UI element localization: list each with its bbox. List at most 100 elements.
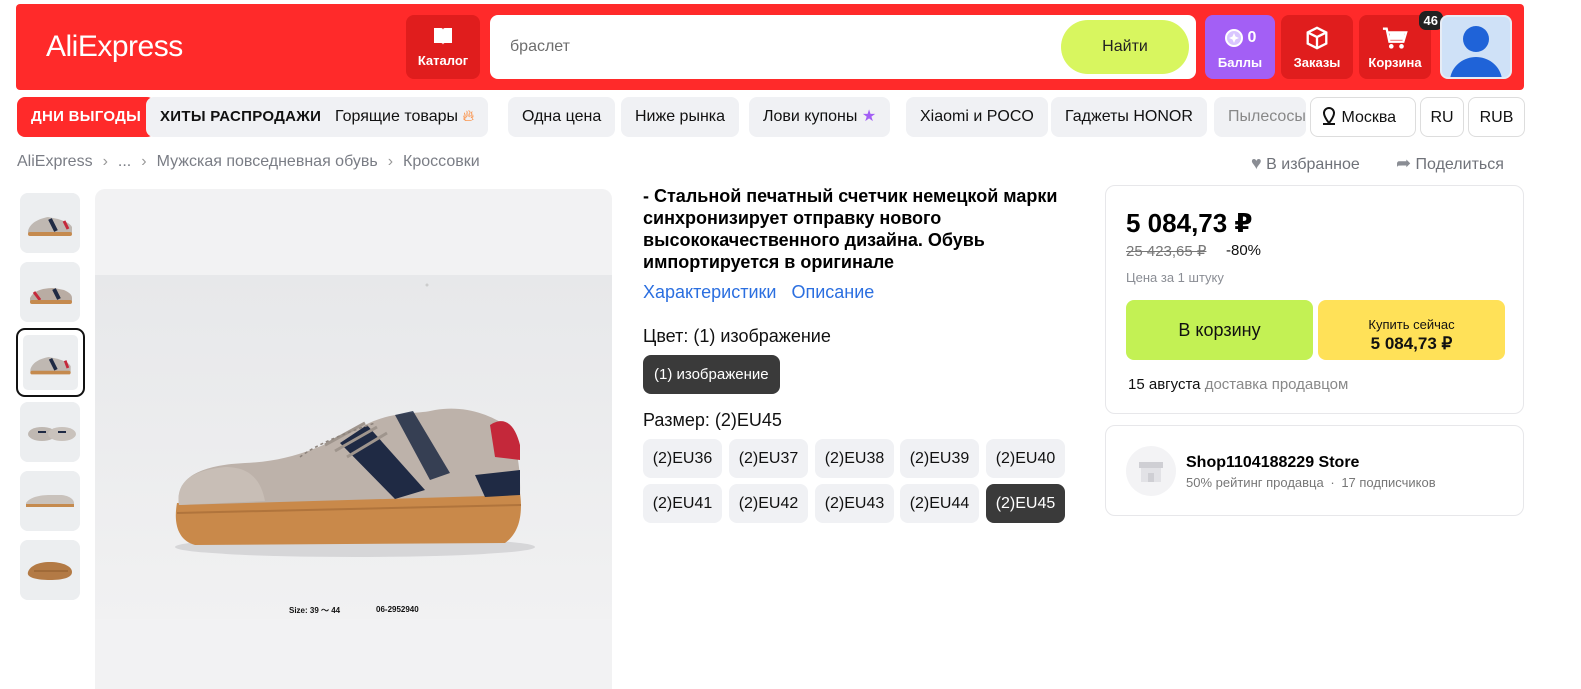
points-button[interactable]: 0 Баллы (1205, 15, 1275, 79)
shoe-thumb-image (30, 288, 72, 304)
size-option[interactable]: (2)EU40 (986, 439, 1065, 478)
language-selector[interactable]: RU (1420, 97, 1464, 137)
current-price: 5 084,73 ₽ (1126, 208, 1253, 238)
share-button[interactable]: ➦ Поделиться (1396, 153, 1504, 174)
breadcrumb-ellipsis[interactable]: ... (118, 153, 131, 170)
currency-selector[interactable]: RUB (1468, 97, 1525, 137)
shoe-thumb-image (30, 357, 71, 375)
tab-specifications[interactable]: Характеристики (643, 282, 776, 302)
chevron-right-icon: › (102, 153, 108, 170)
store-meta: 50% рейтинг продавца · 17 подписчиков (1186, 475, 1436, 490)
points-value: 0 (1247, 29, 1257, 46)
delivery-info: 15 августа доставка продавцом (1128, 376, 1348, 393)
unit-price-note: Цена за 1 штуку (1126, 270, 1224, 285)
sneaker-illustration (95, 275, 612, 619)
delivery-method[interactable]: доставка продавцом (1205, 376, 1349, 393)
search-button[interactable]: Найти (1061, 20, 1189, 74)
size-option[interactable]: (2)EU44 (900, 484, 979, 523)
buy-now-button[interactable]: Купить сейчас 5 084,73 ₽ (1318, 300, 1505, 360)
star-icon: ★ (861, 108, 877, 125)
breadcrumb-home[interactable]: AliExpress (17, 153, 93, 170)
fire-icon: 🔥︎ (462, 108, 475, 125)
cart-button[interactable]: Корзина 46 (1359, 11, 1443, 79)
nav-below-market[interactable]: Ниже рынка (621, 97, 740, 137)
thumbnail-3-selected[interactable] (16, 328, 85, 397)
search-input[interactable] (510, 35, 1030, 59)
product-main-image[interactable]: Size: 39 ～ 44 06-2952940 (95, 189, 612, 689)
store-rating: 50% рейтинг продавца (1186, 475, 1324, 490)
book-icon (434, 28, 452, 45)
size-option[interactable]: (2)EU37 (729, 439, 808, 478)
breadcrumb: AliExpress ›... › Мужская повседневная обув… (17, 153, 480, 171)
location-label: Москва (1341, 109, 1397, 126)
add-to-cart-button[interactable]: В корзину (1126, 300, 1313, 360)
orders-button[interactable]: Заказы (1281, 15, 1353, 79)
nav-hot-items-label: Горящие товары (335, 108, 458, 125)
points-label: Баллы (1217, 55, 1263, 70)
aliexpress-logo[interactable]: AliExpress (46, 30, 183, 64)
favorite-label: В избранное (1266, 156, 1360, 173)
thumbnail-1[interactable] (20, 193, 80, 253)
store-card[interactable]: Shop1104188229 Store 50% рейтинг продавц… (1105, 425, 1524, 516)
nav-vacuums[interactable]: Пылесосы (1214, 97, 1306, 137)
tab-description[interactable]: Описание (791, 282, 874, 302)
nav-days-benefit[interactable]: ДНИ ВЫГОДЫ (17, 97, 156, 137)
chevron-right-icon: › (387, 153, 394, 170)
image-caption-code: 06-2952940 (376, 605, 419, 614)
store-name[interactable]: Shop1104188229 Store (1186, 454, 1359, 472)
image-caption-size: Size: 39 ～ 44 (289, 606, 341, 615)
store-meta-separator: · (1330, 475, 1335, 490)
nav-honor-gadgets[interactable]: Гаджеты HONOR (1051, 97, 1207, 137)
buy-now-price: 5 084,73 ₽ (1370, 334, 1453, 353)
heart-icon: ♥ (1251, 153, 1262, 173)
search-bar: Найти (490, 15, 1196, 79)
size-option[interactable]: (2)EU39 (900, 439, 979, 478)
size-option[interactable]: (2)EU43 (815, 484, 894, 523)
location-selector[interactable]: Москва (1310, 97, 1416, 137)
shoe-thumb-image (28, 217, 72, 236)
thumbnail-2[interactable] (20, 262, 80, 322)
size-option-selected[interactable]: (2)EU45 (986, 484, 1065, 523)
color-option-selected[interactable]: (1) изображение (643, 355, 780, 394)
share-arrow-icon: ➦ (1396, 153, 1412, 173)
thumbnail-4[interactable] (20, 402, 80, 462)
box-icon (1306, 26, 1328, 50)
discount-badge: -80% (1226, 242, 1262, 259)
cart-icon (1382, 27, 1408, 49)
size-label: Размер: (2)EU45 (643, 410, 782, 430)
breadcrumb-subcategory[interactable]: Кроссовки (403, 153, 480, 170)
size-option[interactable]: (2)EU38 (815, 439, 894, 478)
color-label: Цвет: (1) изображение (643, 326, 831, 346)
favorite-button[interactable]: ♥ В избранное (1251, 153, 1360, 174)
shoe-thumb-image (27, 562, 72, 580)
breadcrumb-category[interactable]: Мужская повседневная обувь (157, 153, 378, 170)
nav-sale-hits[interactable]: ХИТЫ РАСПРОДАЖИ (146, 97, 336, 137)
nav-catch-coupons[interactable]: Лови купоны ★ (749, 97, 891, 137)
orders-label: Заказы (1293, 55, 1341, 70)
nav-hot-items[interactable]: Горящие товары 🔥︎ (321, 97, 489, 137)
shoe-thumb-image (26, 495, 74, 507)
product-tabs: Характеристики Описание (643, 282, 884, 303)
shoe-thumb-image (28, 427, 76, 441)
old-price: 25 423,65 ₽ (1126, 243, 1207, 260)
nav-one-price[interactable]: Одна цена (508, 97, 616, 137)
user-icon (1450, 26, 1502, 77)
product-title: - Стальной печатный счетчик немецкой мар… (643, 186, 1058, 272)
price-card: 5 084,73 ₽ 25 423,65 ₽ -80% Цена за 1 шт… (1105, 185, 1524, 414)
catalog-button[interactable]: Каталог (406, 15, 480, 79)
thumbnail-5[interactable] (20, 471, 80, 531)
site-header: AliExpress Каталог Найти 0 Баллы Заказы … (16, 4, 1524, 90)
pin-icon (1322, 106, 1336, 125)
size-option[interactable]: (2)EU41 (643, 484, 722, 523)
buy-now-label: Купить сейчас (1368, 317, 1455, 332)
store-icon (1126, 446, 1176, 496)
chevron-right-icon: › (141, 153, 147, 170)
cart-label: Корзина (1368, 55, 1422, 70)
size-option[interactable]: (2)EU36 (643, 439, 722, 478)
thumbnail-6[interactable] (20, 540, 80, 600)
nav-xiaomi-poco[interactable]: Xiaomi и POCO (906, 97, 1048, 137)
nav-catch-coupons-label: Лови купоны (763, 108, 858, 125)
user-avatar[interactable] (1440, 15, 1512, 79)
size-option[interactable]: (2)EU42 (729, 484, 808, 523)
coin-icon (1224, 29, 1243, 47)
